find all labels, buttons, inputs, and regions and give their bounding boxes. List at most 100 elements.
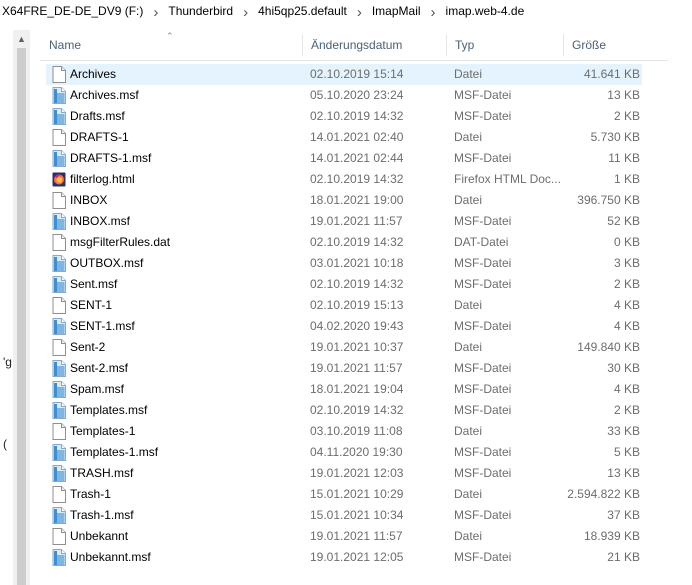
file-modified-date: 02.10.2019 15:14 xyxy=(310,67,404,81)
msf-file-icon xyxy=(52,87,66,104)
file-type: Datei xyxy=(454,193,483,207)
file-size: 5.730 KB xyxy=(590,130,640,144)
file-row[interactable]: Spam.msf 18.01.2021 19:04 MSF-Datei 4 KB xyxy=(40,379,668,400)
file-row[interactable]: TRASH.msf 19.01.2021 12:03 MSF-Datei 13 KB xyxy=(40,463,668,484)
file-size: 5 KB xyxy=(613,445,640,459)
file-row[interactable]: Templates-1 03.10.2019 11:08 Datei 33 KB xyxy=(40,421,668,442)
file-row[interactable]: msgFilterRules.dat 02.10.2019 14:32 DAT-Da… xyxy=(40,232,668,253)
file-name[interactable]: filterlog.html xyxy=(70,169,135,190)
msf-file-icon xyxy=(52,318,66,335)
file-row[interactable]: Templates-1.msf 04.11.2020 19:30 MSF-Datei… xyxy=(40,442,668,463)
breadcrumb-item[interactable]: X64FRE_DE-DE_DV9 (F:) xyxy=(0,4,145,18)
file-row[interactable]: Trash-1 15.01.2021 10:29 Datei 2.594.822 KB xyxy=(40,484,668,505)
file-row[interactable]: OUTBOX.msf 03.01.2021 10:18 MSF-Datei 3 KB xyxy=(40,253,668,274)
file-name[interactable]: Sent-2 xyxy=(70,337,105,358)
breadcrumb-item[interactable]: ImapMail xyxy=(368,4,423,18)
file-row[interactable]: DRAFTS-1 14.01.2021 02:40 Datei 5.730 KB xyxy=(40,127,668,148)
nav-pane-scrollbar[interactable]: ▲ xyxy=(13,30,30,585)
file-row[interactable]: Templates.msf 02.10.2019 14:32 MSF-Datei 2 … xyxy=(40,400,668,421)
file-row[interactable]: filterlog.html 02.10.2019 14:32 Firefox HT… xyxy=(40,169,668,190)
column-header-date[interactable]: Änderungsdatum xyxy=(302,30,446,60)
file-name[interactable]: Templates-1.msf xyxy=(70,442,158,463)
file-type: MSF-Datei xyxy=(454,151,512,165)
file-name[interactable]: Spam.msf xyxy=(70,379,124,400)
file-row[interactable]: Unbekannt.msf 19.01.2021 12:05 MSF-Datei 21… xyxy=(40,547,668,568)
file-modified-date: 04.11.2020 19:30 xyxy=(310,445,403,459)
column-header-type[interactable]: Typ xyxy=(446,30,563,60)
file-row[interactable]: INBOX.msf 19.01.2021 11:57 MSF-Datei 52 KB xyxy=(40,211,668,232)
file-name[interactable]: SENT-1.msf xyxy=(70,316,135,337)
file-modified-date: 19.01.2021 12:03 xyxy=(310,466,404,480)
file-name[interactable]: SENT-1 xyxy=(70,295,112,316)
file-size: 4 KB xyxy=(613,319,640,333)
file-size: 13 KB xyxy=(607,466,640,480)
breadcrumb-item[interactable]: imap.web-4.de xyxy=(442,4,527,18)
blank-file-icon xyxy=(52,486,66,503)
file-row[interactable]: SENT-1.msf 04.02.2020 19:43 MSF-Datei 4 KB xyxy=(40,316,668,337)
file-modified-date: 14.01.2021 02:44 xyxy=(310,151,404,165)
file-size: 4 KB xyxy=(613,298,640,312)
breadcrumb-chevron-icon[interactable] xyxy=(145,3,164,20)
file-name[interactable]: Trash-1 xyxy=(70,484,111,505)
file-name[interactable]: Sent-2.msf xyxy=(70,358,128,379)
file-name[interactable]: Archives.msf xyxy=(70,85,139,106)
file-name[interactable]: INBOX xyxy=(70,190,107,211)
file-type: Datei xyxy=(454,340,483,354)
msf-file-icon xyxy=(52,381,66,398)
file-row[interactable]: DRAFTS-1.msf 14.01.2021 02:44 MSF-Datei 11 … xyxy=(40,148,668,169)
file-type: MSF-Datei xyxy=(454,466,512,480)
breadcrumb-chevron-icon[interactable] xyxy=(349,3,368,20)
file-name[interactable]: msgFilterRules.dat xyxy=(70,232,170,253)
file-name[interactable]: Sent.msf xyxy=(70,274,117,295)
file-row[interactable]: Sent-2 19.01.2021 10:37 Datei 149.840 KB xyxy=(40,337,668,358)
file-name[interactable]: DRAFTS-1.msf xyxy=(70,148,151,169)
file-type: MSF-Datei xyxy=(454,319,512,333)
file-row[interactable]: Drafts.msf 02.10.2019 14:32 MSF-Datei 2 KB xyxy=(40,106,668,127)
file-row[interactable]: INBOX 18.01.2021 19:00 Datei 396.750 KB xyxy=(40,190,668,211)
file-size: 33 KB xyxy=(607,424,640,438)
file-name[interactable]: Archives xyxy=(70,64,116,85)
file-size: 30 KB xyxy=(607,361,640,375)
file-row[interactable]: SENT-1 02.10.2019 15:13 Datei 4 KB xyxy=(40,295,668,316)
file-row[interactable]: Archives.msf 05.10.2020 23:24 MSF-Datei 13 … xyxy=(40,85,668,106)
file-name[interactable]: Unbekannt xyxy=(70,526,128,547)
column-header-size[interactable]: Größe xyxy=(563,30,662,60)
file-name[interactable]: Drafts.msf xyxy=(70,106,125,127)
file-modified-date: 18.01.2021 19:04 xyxy=(310,382,404,396)
file-row[interactable]: Sent.msf 02.10.2019 14:32 MSF-Datei 2 KB xyxy=(40,274,668,295)
file-name[interactable]: Templates-1 xyxy=(70,421,135,442)
blank-file-icon xyxy=(52,129,66,146)
file-modified-date: 02.10.2019 14:32 xyxy=(310,235,404,249)
file-row[interactable]: Archives 02.10.2019 15:14 Datei 41.641 KB xyxy=(40,64,668,85)
breadcrumb-item[interactable]: Thunderbird xyxy=(164,4,235,18)
file-name[interactable]: Unbekannt.msf xyxy=(70,547,151,568)
file-size: 2 KB xyxy=(613,109,640,123)
file-type: MSF-Datei xyxy=(454,508,512,522)
scrollbar-thumb[interactable] xyxy=(17,48,26,585)
file-modified-date: 18.01.2021 19:00 xyxy=(310,193,404,207)
file-name[interactable]: INBOX.msf xyxy=(70,211,130,232)
file-row[interactable]: Trash-1.msf 15.01.2021 10:34 MSF-Datei 37 K… xyxy=(40,505,668,526)
file-row[interactable]: Sent-2.msf 19.01.2021 11:57 MSF-Datei 30 KB xyxy=(40,358,668,379)
file-name[interactable]: OUTBOX.msf xyxy=(70,253,143,274)
file-name[interactable]: Templates.msf xyxy=(70,400,147,421)
file-modified-date: 19.01.2021 10:37 xyxy=(310,340,404,354)
file-modified-date: 14.01.2021 02:40 xyxy=(310,130,404,144)
address-breadcrumb: X64FRE_DE-DE_DV9 (F:) Thunderbird 4hi5qp25… xyxy=(0,0,692,22)
file-name[interactable]: Trash-1.msf xyxy=(70,505,134,526)
file-type: Datei xyxy=(454,424,483,438)
file-name[interactable]: DRAFTS-1 xyxy=(70,127,129,148)
breadcrumb-chevron-icon[interactable] xyxy=(423,3,442,20)
column-header-row: ⌃ Name Änderungsdatum Typ Größe xyxy=(40,30,668,61)
breadcrumb-item[interactable]: 4hi5qp25.default xyxy=(254,4,349,18)
file-type: MSF-Datei xyxy=(454,277,512,291)
breadcrumb-chevron-icon[interactable] xyxy=(235,3,254,20)
file-type: MSF-Datei xyxy=(454,361,512,375)
file-name[interactable]: TRASH.msf xyxy=(70,463,133,484)
file-row[interactable]: Unbekannt 19.01.2021 11:57 Datei 18.939 KB xyxy=(40,526,668,547)
file-modified-date: 19.01.2021 11:57 xyxy=(310,361,403,375)
scroll-up-arrow-icon[interactable]: ▲ xyxy=(13,32,30,46)
file-type: MSF-Datei xyxy=(454,445,512,459)
column-header-name[interactable]: Name xyxy=(40,30,302,60)
blank-file-icon xyxy=(52,234,66,251)
